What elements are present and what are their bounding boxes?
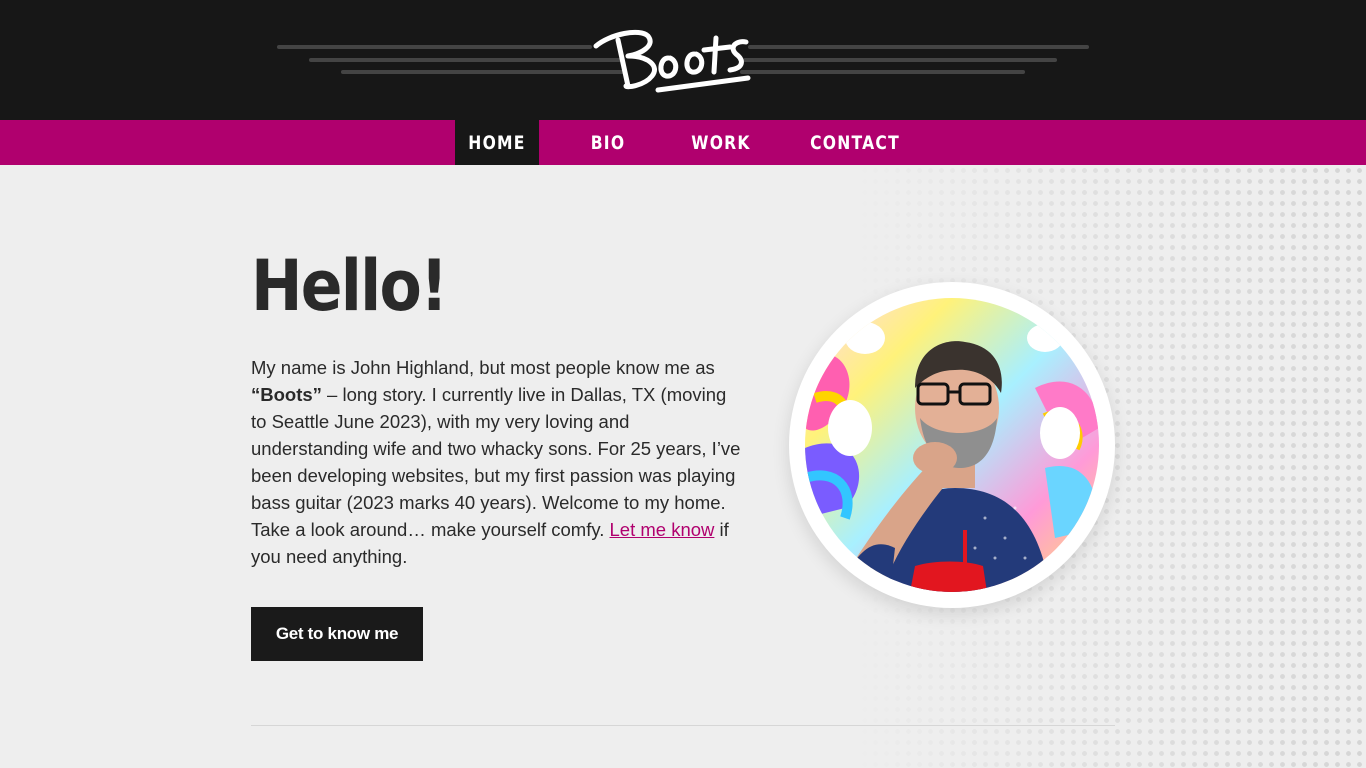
get-to-know-me-button[interactable]: Get to know me bbox=[251, 607, 423, 661]
nav-item-home-label: HOME bbox=[468, 131, 526, 154]
section-divider bbox=[251, 725, 1115, 726]
nav-item-home[interactable]: HOME bbox=[455, 120, 539, 165]
nickname-text: “Boots” bbox=[251, 384, 322, 405]
intro-text-part2: – long story. I currently live in Dallas… bbox=[251, 384, 741, 540]
intro-text-part1: My name is John Highland, but most peopl… bbox=[251, 357, 715, 378]
nav-item-contact-label: CONTACT bbox=[810, 131, 900, 154]
main-nav: HOME BIO WORK CONTACT bbox=[0, 120, 1366, 165]
site-header bbox=[0, 0, 1366, 120]
profile-photo bbox=[805, 298, 1099, 592]
nav-item-contact[interactable]: CONTACT bbox=[810, 120, 899, 165]
nav-item-bio-label: BIO bbox=[590, 131, 626, 154]
intro-paragraph: My name is John Highland, but most peopl… bbox=[251, 354, 746, 570]
nav-item-work-label: WORK bbox=[691, 131, 751, 154]
page-title: Hello! bbox=[251, 245, 448, 327]
nav-item-bio[interactable]: BIO bbox=[585, 120, 631, 165]
boots-logo-graphic bbox=[277, 29, 1089, 93]
contact-link[interactable]: Let me know bbox=[610, 519, 715, 540]
logo[interactable] bbox=[0, 0, 1366, 120]
nav-item-work[interactable]: WORK bbox=[691, 120, 751, 165]
